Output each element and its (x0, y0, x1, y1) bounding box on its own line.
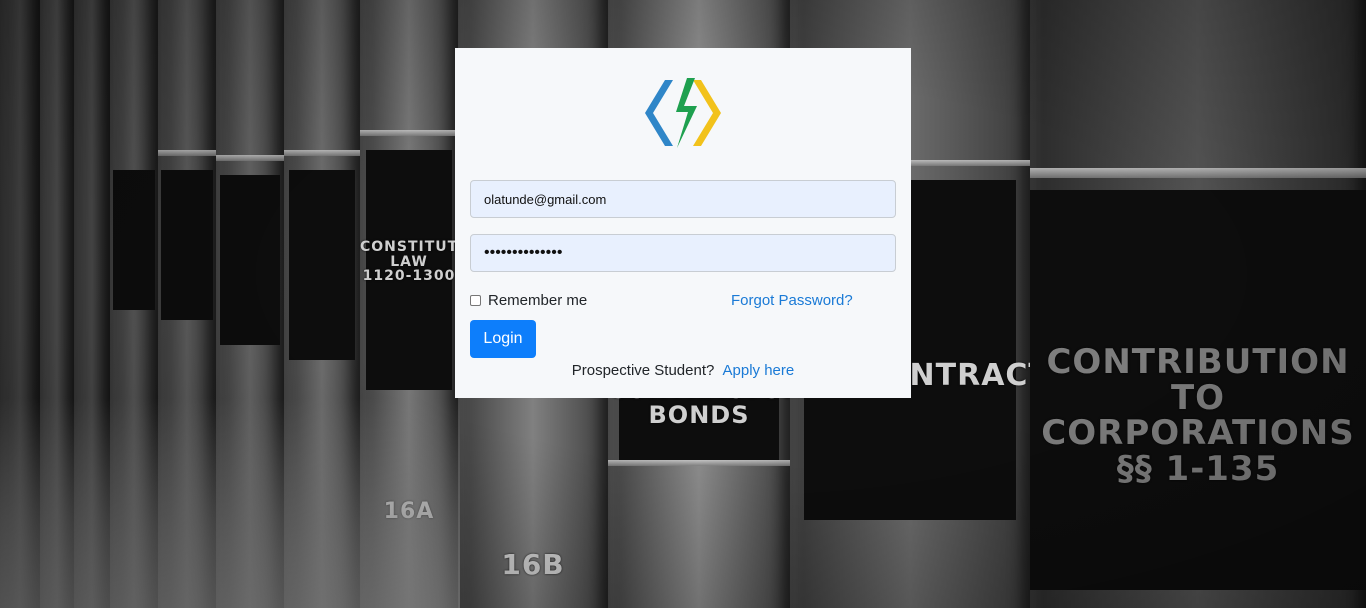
apply-here-link[interactable]: Apply here (723, 362, 795, 379)
prospective-text: Prospective Student? (571, 362, 715, 379)
login-button[interactable]: Login (470, 320, 536, 358)
remember-label: Remember me (488, 292, 588, 309)
prospective-student: Prospective Student? Apply here (455, 362, 911, 379)
password-field[interactable] (470, 234, 896, 272)
remember-checkbox[interactable] (470, 295, 481, 306)
login-card: Remember me Forgot Password? Login Prosp… (455, 48, 911, 398)
forgot-password-link[interactable]: Forgot Password? (731, 292, 853, 309)
bolt-logo-icon (645, 78, 721, 148)
email-field[interactable] (470, 180, 896, 218)
remember-me[interactable]: Remember me (470, 292, 587, 309)
